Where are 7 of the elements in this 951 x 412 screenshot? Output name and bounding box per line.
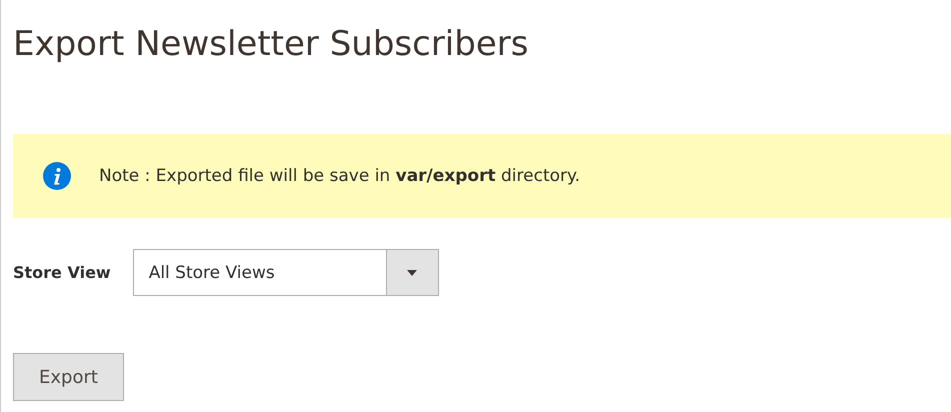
store-view-select[interactable]: All Store Views xyxy=(132,249,439,296)
page-title: Export Newsletter Subscribers xyxy=(13,23,528,66)
info-icon xyxy=(43,162,71,190)
export-button[interactable]: Export xyxy=(13,353,124,401)
store-view-label: Store View xyxy=(13,263,111,282)
caret-icon xyxy=(407,270,418,276)
note-text: Note : Exported file will be save in var/export directory. xyxy=(99,166,580,186)
